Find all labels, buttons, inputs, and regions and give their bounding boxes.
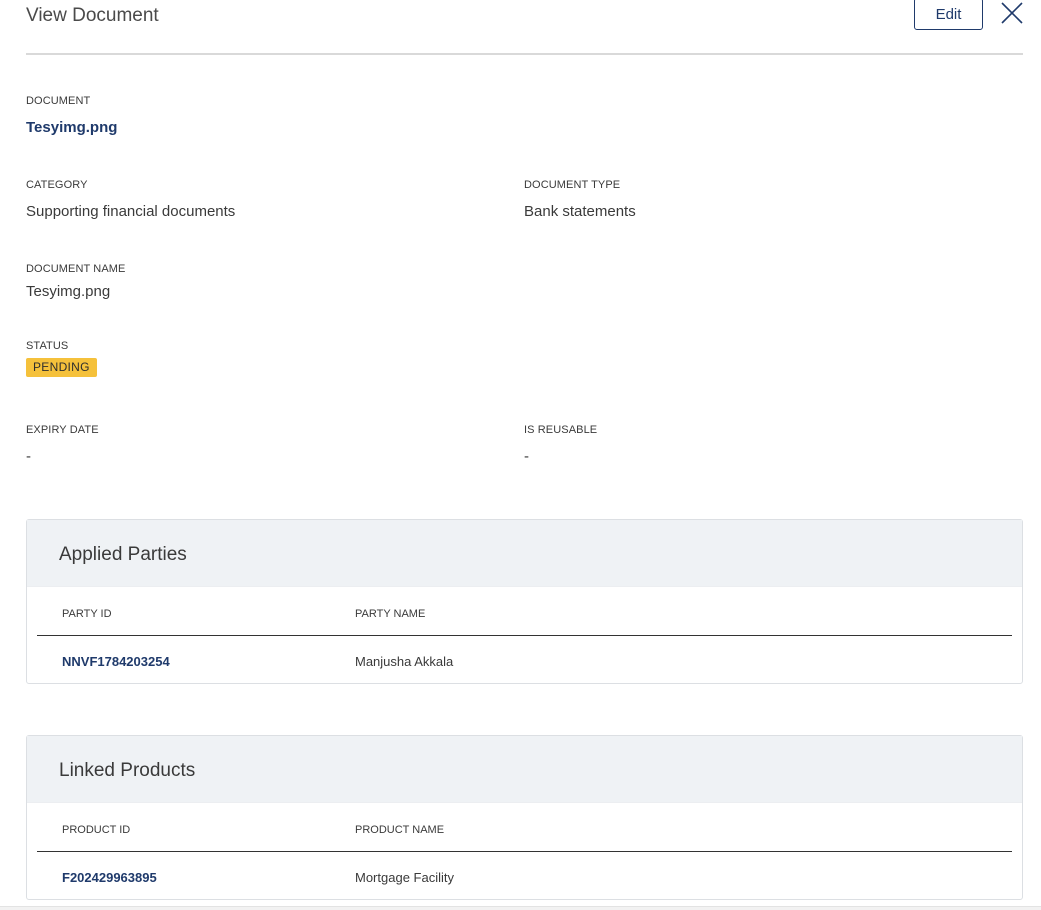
applied-parties-header: Applied Parties xyxy=(27,520,1022,587)
is-reusable-value: - xyxy=(524,448,529,465)
product-name-cell: Mortgage Facility xyxy=(355,870,454,885)
linked-products-title: Linked Products xyxy=(59,760,196,781)
linked-products-header: Linked Products xyxy=(27,736,1022,803)
document-label: DOCUMENT xyxy=(26,95,91,107)
product-id-link[interactable]: F202429963895 xyxy=(62,870,157,885)
linked-products-table: PRODUCT ID PRODUCT NAME F202429963895 Mo… xyxy=(27,803,1022,899)
document-link[interactable]: Tesyimg.png xyxy=(26,119,117,136)
applied-parties-panel: Applied Parties PARTY ID PARTY NAME NNVF… xyxy=(26,519,1023,684)
table-divider xyxy=(37,851,1012,852)
column-header-product-id: PRODUCT ID xyxy=(62,824,131,836)
party-id-link[interactable]: NNVF1784203254 xyxy=(62,654,170,669)
column-header-party-id: PARTY ID xyxy=(62,608,112,620)
document-type-label: DOCUMENT TYPE xyxy=(524,179,621,191)
expiry-date-label: EXPIRY DATE xyxy=(26,424,99,436)
category-label: CATEGORY xyxy=(26,179,88,191)
applied-parties-table: PARTY ID PARTY NAME NNVF1784203254 Manju… xyxy=(27,587,1022,683)
status-label: STATUS xyxy=(26,340,69,352)
table-divider xyxy=(37,635,1012,636)
page-title: View Document xyxy=(26,5,159,26)
document-name-value: Tesyimg.png xyxy=(26,283,111,300)
page-header: View Document Edit xyxy=(26,0,1023,55)
party-name-cell: Manjusha Akkala xyxy=(355,654,454,669)
is-reusable-label: IS REUSABLE xyxy=(524,424,598,436)
document-type-value: Bank statements xyxy=(524,203,636,220)
linked-products-panel: Linked Products PRODUCT ID PRODUCT NAME … xyxy=(26,735,1023,900)
column-header-product-name: PRODUCT NAME xyxy=(355,824,445,836)
applied-parties-title: Applied Parties xyxy=(59,544,187,565)
expiry-date-value: - xyxy=(26,448,31,465)
category-value: Supporting financial documents xyxy=(26,203,236,220)
close-icon[interactable] xyxy=(1000,1,1024,25)
column-header-party-name: PARTY NAME xyxy=(355,608,426,620)
document-name-label: DOCUMENT NAME xyxy=(26,263,126,275)
bottom-divider xyxy=(0,906,1041,910)
status-badge: PENDING xyxy=(26,358,97,377)
view-document-page: View Document Edit DOCUMENT Tesyimg.png … xyxy=(0,0,1041,910)
edit-button[interactable]: Edit xyxy=(914,0,983,30)
